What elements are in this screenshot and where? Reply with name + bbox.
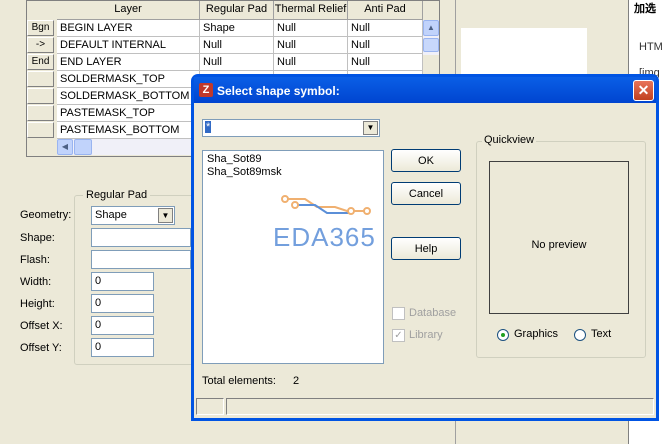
width-field[interactable]: 0	[91, 272, 154, 291]
quickview-legend: Quickview	[482, 134, 537, 146]
symbol-list[interactable]: Sha_Sot89 Sha_Sot89msk	[202, 150, 384, 364]
editor-text-1: 加选	[634, 3, 656, 15]
filter-combo[interactable]: * ▼	[202, 119, 380, 137]
row-button[interactable]: Bgn	[27, 20, 54, 36]
database-checkbox[interactable]	[392, 307, 405, 320]
scroll-left-icon[interactable]: ◀	[57, 139, 73, 155]
table-cell[interactable]: END LAYER	[57, 54, 200, 71]
table-cell[interactable]: Null	[200, 54, 274, 71]
row-button[interactable]: End	[27, 54, 54, 70]
row-button[interactable]: ->	[27, 37, 54, 53]
offset-x-field[interactable]: 0	[91, 316, 154, 335]
column-header-layer[interactable]: Layer	[57, 1, 200, 20]
height-field[interactable]: 0	[91, 294, 154, 313]
list-item[interactable]: Sha_Sot89msk	[207, 166, 282, 178]
no-preview-text: No preview	[531, 239, 587, 251]
app-icon: Z	[199, 83, 213, 97]
column-header-regular-pad[interactable]: Regular Pad	[200, 1, 274, 20]
table-cell[interactable]: Shape	[200, 20, 274, 37]
table-cell[interactable]: SOLDERMASK_BOTTOM	[57, 88, 200, 105]
flash-label: Flash:	[20, 254, 50, 266]
editor-text-2: HTM	[639, 41, 662, 53]
table-cell[interactable]: Null	[274, 54, 348, 71]
geometry-select[interactable]: Shape ▼	[91, 206, 175, 225]
row-button[interactable]	[27, 105, 54, 121]
close-icon[interactable]: ✕	[633, 80, 654, 101]
offset-y-field[interactable]: 0	[91, 338, 154, 357]
library-checkbox[interactable]: ✓	[392, 329, 405, 342]
offset-y-label: Offset Y:	[20, 342, 62, 354]
table-cell[interactable]: Null	[348, 54, 423, 71]
status-pane-2	[226, 398, 654, 415]
table-cell[interactable]: PASTEMASK_TOP	[57, 105, 200, 122]
shape-label: Shape:	[20, 232, 55, 244]
watermark-text: EDA365	[273, 222, 376, 252]
total-elements-label: Total elements:	[202, 375, 276, 387]
grid-horizontal-scrollbar[interactable]: ◀	[57, 139, 207, 155]
scroll-thumb[interactable]	[423, 38, 439, 52]
table-cell[interactable]: DEFAULT INTERNAL	[57, 37, 200, 54]
geometry-label: Geometry:	[20, 209, 72, 221]
chevron-down-icon[interactable]: ▼	[363, 121, 378, 135]
row-button[interactable]	[27, 71, 54, 87]
table-cell[interactable]: Null	[274, 37, 348, 54]
table-cell[interactable]: SOLDERMASK_TOP	[57, 71, 200, 88]
graphics-radio[interactable]	[497, 329, 509, 341]
offset-x-label: Offset X:	[20, 320, 63, 332]
height-label: Height:	[20, 298, 55, 310]
chevron-down-icon[interactable]: ▼	[158, 208, 173, 223]
table-cell[interactable]: Null	[348, 37, 423, 54]
column-header-thermal-relief[interactable]: Thermal Relief	[274, 1, 348, 20]
text-radio[interactable]	[574, 329, 586, 341]
preview-box	[489, 161, 629, 314]
width-label: Width:	[20, 276, 52, 288]
library-label: Library	[409, 329, 443, 341]
cancel-button[interactable]: Cancel	[391, 182, 461, 205]
table-cell[interactable]: Null	[274, 20, 348, 37]
graphics-label: Graphics	[514, 328, 559, 340]
regular-pad-legend: Regular Pad	[83, 189, 151, 201]
column-header-anti-pad[interactable]: Anti Pad	[348, 1, 423, 20]
hscroll-thumb[interactable]	[74, 139, 92, 155]
white-preview-area	[461, 28, 587, 74]
circuit-watermark-icon	[281, 195, 371, 215]
grid-vertical-scrollbar[interactable]: ▲	[423, 20, 439, 55]
row-button[interactable]	[27, 122, 54, 138]
table-cell[interactable]: PASTEMASK_BOTTOM	[57, 122, 200, 139]
list-item[interactable]: Sha_Sot89	[207, 153, 261, 165]
ok-button[interactable]: OK	[391, 149, 461, 172]
row-button[interactable]	[27, 88, 54, 104]
database-label: Database	[409, 307, 457, 319]
scroll-up-icon[interactable]: ▲	[423, 20, 439, 36]
status-pane-1	[196, 398, 224, 415]
shape-field[interactable]	[91, 228, 191, 247]
flash-field[interactable]	[91, 250, 191, 269]
table-cell[interactable]: Null	[200, 37, 274, 54]
total-elements-value: 2	[293, 375, 300, 387]
table-cell[interactable]: Null	[348, 20, 423, 37]
filter-value: *	[205, 121, 212, 133]
help-button[interactable]: Help	[391, 237, 461, 260]
geometry-value: Shape	[95, 209, 127, 221]
text-label: Text	[591, 328, 612, 340]
dialog-title: Select shape symbol:	[217, 84, 340, 98]
table-cell[interactable]: BEGIN LAYER	[57, 20, 200, 37]
